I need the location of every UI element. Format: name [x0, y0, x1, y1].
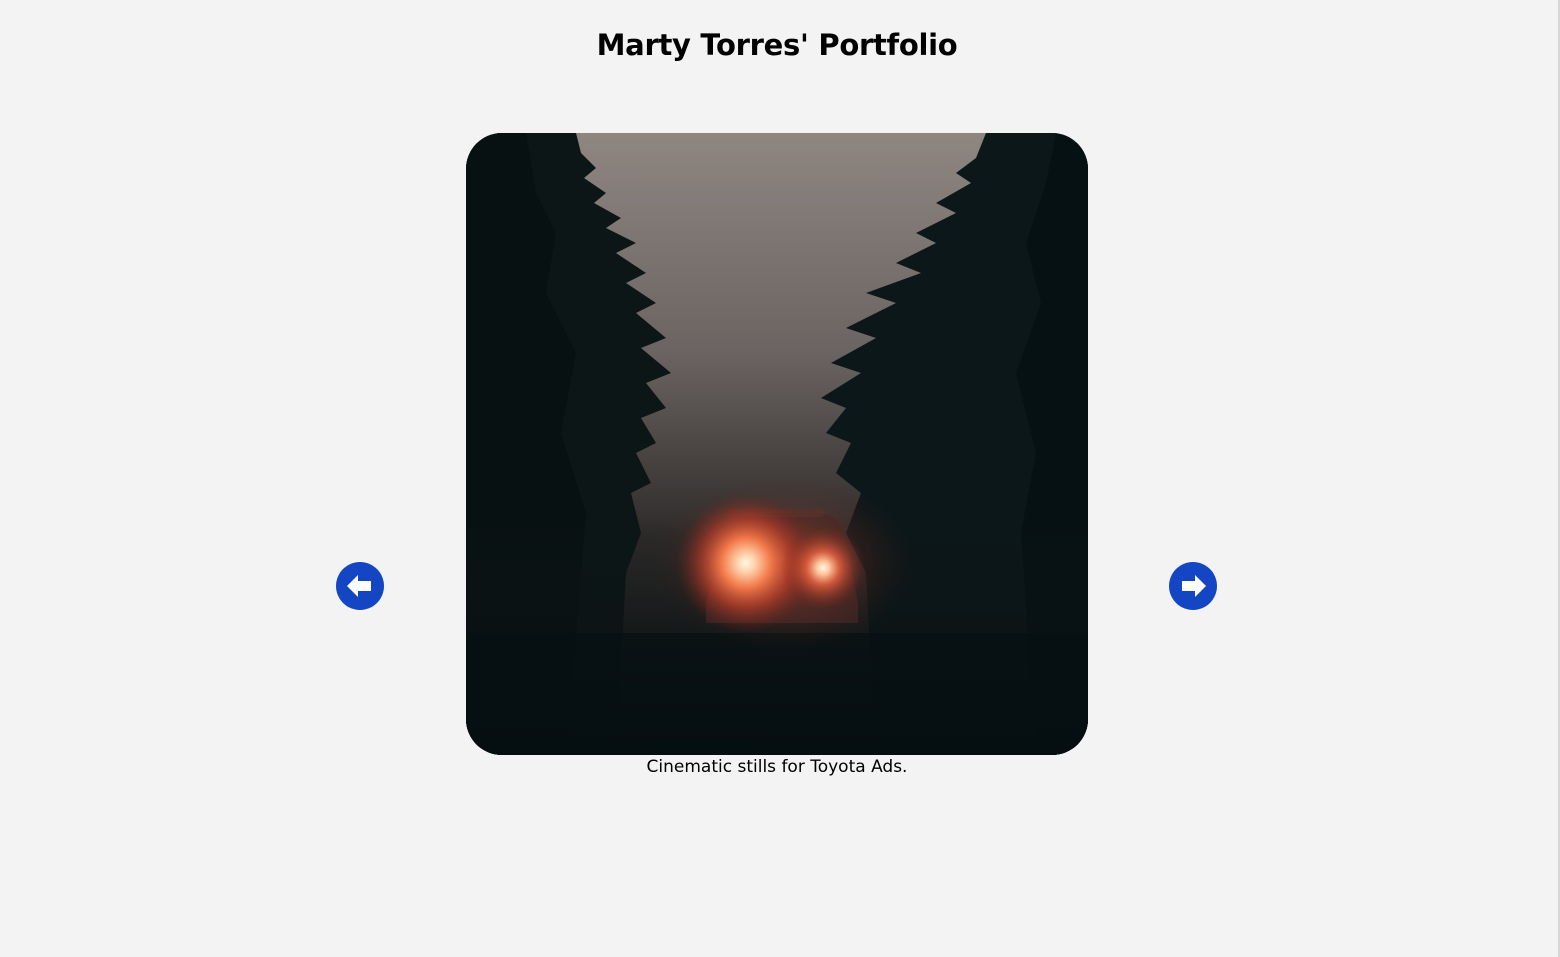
next-slide-button[interactable]	[1169, 562, 1217, 610]
portfolio-page: Marty Torres' Portfolio Cinematic stills…	[0, 0, 1560, 957]
previous-slide-button[interactable]	[336, 562, 384, 610]
slide-image	[466, 133, 1088, 755]
arrow-circle-left-icon	[336, 562, 384, 610]
page-title: Marty Torres' Portfolio	[596, 28, 958, 62]
arrow-circle-right-icon	[1169, 562, 1217, 610]
slide-caption: Cinematic stills for Toyota Ads.	[646, 757, 908, 777]
foggy-car-photo	[466, 133, 1088, 755]
